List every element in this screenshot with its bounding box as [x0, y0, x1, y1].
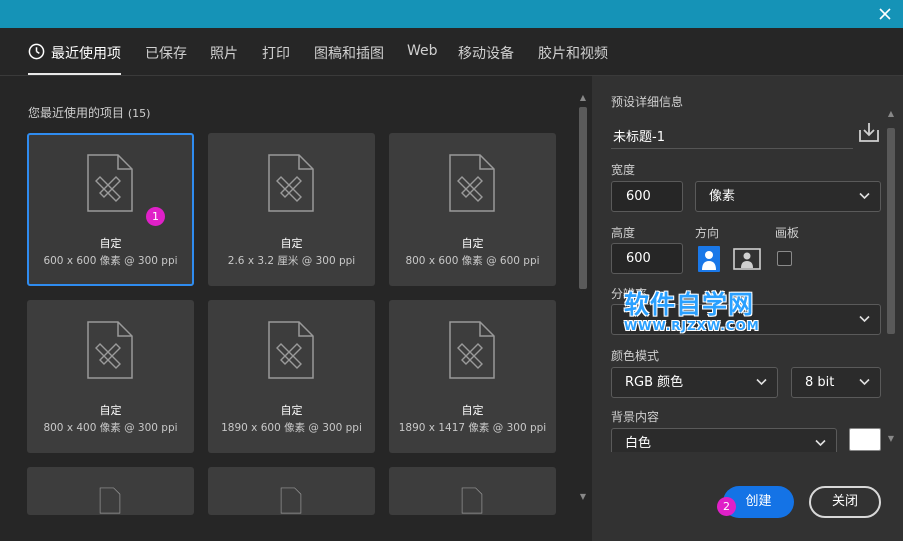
- card-title: 自定: [280, 404, 303, 417]
- landscape-orientation-icon[interactable]: [733, 245, 761, 273]
- background-label: 背景内容: [611, 410, 660, 424]
- scroll-up-arrow[interactable]: ▲: [577, 93, 589, 103]
- portrait-orientation-icon[interactable]: [695, 245, 723, 273]
- card-size: 600 x 600 像素 @ 300 ppi: [43, 255, 178, 267]
- scroll-down-arrow[interactable]: ▼: [577, 492, 589, 502]
- recent-items-count: (15): [127, 107, 151, 120]
- chevron-down-icon: [815, 439, 826, 447]
- document-icon: [87, 321, 133, 379]
- bit-depth-value: 8 bit: [805, 375, 835, 390]
- details-scroll-down-arrow[interactable]: ▼: [885, 434, 897, 444]
- document-icon: [449, 321, 495, 379]
- color-mode-select[interactable]: RGB 颜色: [611, 367, 778, 398]
- card-title: 自定: [99, 404, 122, 417]
- height-input[interactable]: 600: [611, 243, 683, 274]
- card-title: 自定: [461, 237, 484, 250]
- recent-card[interactable]: [208, 467, 375, 515]
- tab-photo[interactable]: 照片: [210, 43, 238, 63]
- recent-card[interactable]: 自定 800 x 400 像素 @ 300 ppi: [27, 300, 194, 453]
- height-label: 高度: [611, 226, 636, 240]
- title-bar: [0, 0, 903, 28]
- document-icon: [280, 487, 302, 514]
- chevron-down-icon: [859, 315, 870, 323]
- card-size: 800 x 600 像素 @ 600 ppi: [405, 255, 540, 267]
- color-mode-value: RGB 颜色: [625, 375, 684, 390]
- recent-card[interactable]: 自定 2.6 x 3.2 厘米 @ 300 ppi: [208, 133, 375, 286]
- details-scrollbar-thumb[interactable]: [887, 128, 895, 334]
- artboard-label: 画板: [775, 226, 800, 240]
- card-size: 800 x 400 像素 @ 300 ppi: [43, 422, 178, 434]
- card-size: 1890 x 600 像素 @ 300 ppi: [221, 422, 362, 434]
- bit-depth-select[interactable]: 8 bit: [791, 367, 881, 398]
- tab-web[interactable]: Web: [407, 43, 438, 59]
- chevron-down-icon: [859, 192, 870, 200]
- step-badge-two: 2: [717, 497, 736, 516]
- tab-art-illustration[interactable]: 图稿和插图: [314, 43, 384, 63]
- recent-scrollbar-thumb[interactable]: [579, 107, 587, 289]
- watermark: 软件自学网 WWW.RJZXW.COM: [624, 285, 760, 333]
- tab-saved[interactable]: 已保存: [145, 43, 187, 63]
- document-icon: [268, 154, 314, 212]
- watermark-title: 软件自学网: [624, 290, 755, 319]
- tab-film-video[interactable]: 胶片和视频: [538, 43, 608, 63]
- background-color-swatch[interactable]: [849, 428, 881, 451]
- orientation-label: 方向: [695, 226, 720, 240]
- document-icon: [268, 321, 314, 379]
- chevron-down-icon: [859, 378, 870, 386]
- tab-recent[interactable]: 最近使用项: [51, 43, 121, 63]
- preset-details-heading: 预设详细信息: [611, 95, 684, 109]
- artboard-checkbox[interactable]: [777, 251, 792, 266]
- document-name-underline: [611, 148, 853, 149]
- recent-card[interactable]: 自定 1890 x 1417 像素 @ 300 ppi: [389, 300, 556, 453]
- close-icon[interactable]: [875, 4, 895, 24]
- card-title: 自定: [461, 404, 484, 417]
- width-label: 宽度: [611, 163, 636, 177]
- tab-print[interactable]: 打印: [262, 43, 290, 63]
- recent-card[interactable]: 自定 800 x 600 像素 @ 600 ppi: [389, 133, 556, 286]
- recent-card[interactable]: 自定 600 x 600 像素 @ 300 ppi: [27, 133, 194, 286]
- save-preset-icon[interactable]: [857, 120, 881, 144]
- recent-card[interactable]: 自定 1890 x 600 像素 @ 300 ppi: [208, 300, 375, 453]
- close-button[interactable]: 关闭: [809, 486, 881, 518]
- document-icon: [461, 487, 483, 514]
- document-icon: [99, 487, 121, 514]
- card-size: 2.6 x 3.2 厘米 @ 300 ppi: [227, 255, 356, 267]
- details-scroll-up-arrow[interactable]: ▲: [885, 109, 897, 119]
- recent-items-heading: 您最近使用的项目 (15): [28, 104, 150, 121]
- watermark-url: WWW.RJZXW.COM: [624, 319, 760, 333]
- width-unit-select[interactable]: 像素: [695, 181, 881, 212]
- card-title: 自定: [280, 237, 303, 250]
- width-unit-value: 像素: [709, 189, 736, 204]
- card-size: 1890 x 1417 像素 @ 300 ppi: [398, 422, 547, 434]
- color-mode-label: 颜色模式: [611, 349, 660, 363]
- width-input[interactable]: 600: [611, 181, 683, 212]
- document-icon: [449, 154, 495, 212]
- background-value: 白色: [625, 436, 652, 451]
- recent-items-title: 您最近使用的项目: [28, 106, 125, 120]
- tab-mobile[interactable]: 移动设备: [458, 43, 514, 63]
- document-icon: [87, 154, 133, 212]
- step-badge-one: 1: [146, 207, 165, 226]
- recent-card[interactable]: [389, 467, 556, 515]
- chevron-down-icon: [756, 378, 767, 386]
- recent-card[interactable]: [27, 467, 194, 515]
- card-title: 自定: [99, 237, 122, 250]
- active-tab-indicator: [28, 73, 121, 75]
- category-tabs: 最近使用项 已保存 照片 打印 图稿和插图 Web 移动设备 胶片和视频: [0, 28, 903, 76]
- clock-icon: [28, 43, 45, 60]
- document-name[interactable]: 未标题-1: [613, 126, 665, 145]
